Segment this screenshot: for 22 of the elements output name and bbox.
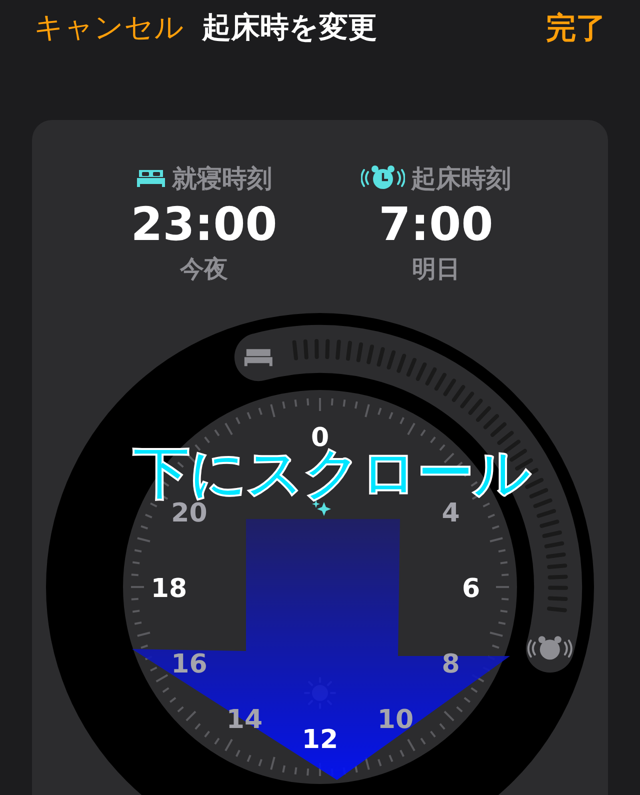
hour-label: 18 — [150, 574, 188, 604]
hour-label: 8 — [442, 650, 460, 680]
cancel-button[interactable]: キャンセル — [34, 8, 184, 48]
wakeup-label: 起床時刻 — [411, 162, 511, 194]
alarm-handle-icon[interactable] — [527, 636, 572, 660]
wakeup-day: 明日 — [412, 252, 460, 286]
bedtime-day: 今夜 — [180, 252, 228, 286]
done-button[interactable]: 完了 — [546, 8, 606, 48]
bed-icon — [136, 167, 166, 189]
bedtime-label: 就寝時刻 — [172, 162, 272, 194]
alarm-icon — [361, 164, 405, 192]
hour-label: 6 — [462, 574, 480, 604]
wakeup-value[interactable]: 7:00 — [378, 196, 494, 252]
hour-label: 12 — [302, 725, 338, 755]
hour-label: 20 — [171, 498, 208, 528]
bedtime-value[interactable]: 23:00 — [130, 196, 278, 252]
hour-label: 10 — [377, 704, 414, 735]
sparkle-icon — [312, 500, 331, 516]
hour-label: 16 — [171, 650, 208, 680]
bed-handle-icon[interactable] — [244, 349, 272, 366]
screen-title: 起床時を変更 — [202, 9, 377, 46]
hour-label: 4 — [442, 498, 460, 528]
